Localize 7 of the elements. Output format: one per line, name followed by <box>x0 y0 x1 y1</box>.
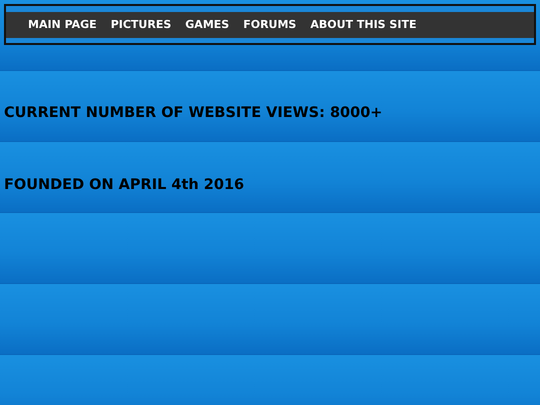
nav-link[interactable]: PICTURES <box>110 18 172 31</box>
nav-link[interactable]: GAMES <box>185 18 230 31</box>
info-text: CURRENT NUMBER OF WEBSITE VIEWS: 8000+ <box>4 104 384 122</box>
nav-link[interactable]: ABOUT THIS SITE <box>310 18 416 31</box>
nav-link[interactable]: FORUMS <box>243 18 296 31</box>
info-text: FOUNDED ON APRIL 4th 2016 <box>4 176 246 194</box>
nav-link[interactable]: MAIN PAGE <box>28 18 97 31</box>
